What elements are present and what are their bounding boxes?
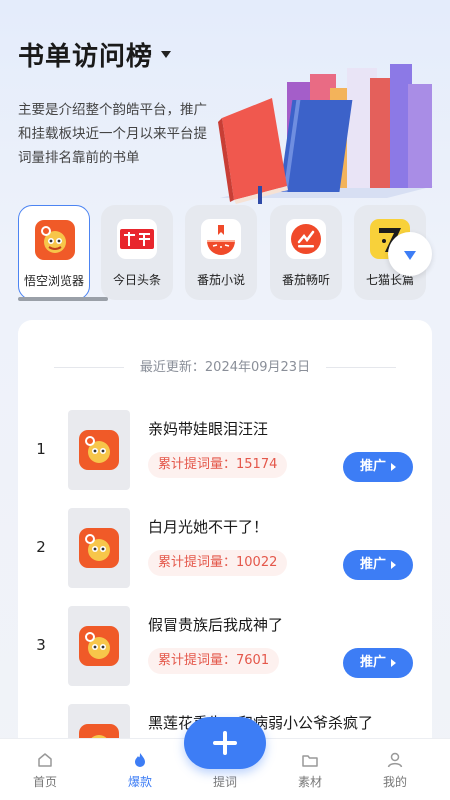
play-icon [391, 658, 396, 667]
book-title: 亲妈带娃眼泪汪汪 [148, 420, 269, 438]
expand-apps-button[interactable] [388, 232, 432, 276]
nav-home[interactable]: 首页 [0, 739, 90, 800]
promote-label: 推广 [359, 655, 386, 670]
nav-label: 提词 [212, 775, 237, 789]
nav-label: 首页 [32, 775, 57, 789]
nav-mine[interactable]: 我的 [350, 739, 440, 800]
wukong-browser-icon [79, 528, 119, 568]
nav-label: 素材 [297, 775, 322, 789]
wukong-browser-icon [79, 626, 119, 666]
book-title: 假冒贵族后我成神了 [148, 616, 284, 634]
app-tab-fanqie-novel[interactable]: 番茄小说 [185, 205, 257, 300]
home-icon [38, 753, 52, 767]
rank-number: 1 [36, 440, 46, 458]
book-cover [68, 508, 130, 588]
app-tab-toutiao[interactable]: 今日头条 [101, 205, 173, 300]
promote-label: 推广 [359, 557, 386, 572]
app-tab-fanqie-listen[interactable]: 番茄畅听 [270, 205, 342, 300]
divider [326, 367, 396, 368]
promote-button[interactable]: 推广 [343, 648, 413, 678]
book-cover [68, 410, 130, 490]
folder-icon [302, 755, 318, 767]
play-icon [391, 462, 396, 471]
app-tab-label: 今日头条 [112, 273, 161, 287]
add-prompt-button[interactable] [184, 717, 266, 769]
page-description: 主要是介绍整个韵皓平台，推广和挂载板块近一个月以来平台提词量排名靠前的书单 [18, 102, 207, 166]
app-tabs: 悟空浏览器 今日头条 番茄小说 番茄畅听 七猫长篇 [0, 205, 450, 305]
title-dropdown[interactable]: 书单访问榜 [18, 36, 172, 73]
promote-label: 推广 [359, 459, 386, 474]
fanqie-novel-icon [201, 219, 241, 259]
caret-down-icon [404, 251, 416, 260]
rank-number: 2 [36, 538, 46, 556]
promote-button[interactable]: 推广 [343, 452, 413, 482]
caret-down-icon [161, 51, 172, 58]
nav-label: 爆款 [127, 775, 152, 789]
wukong-browser-icon [35, 220, 75, 260]
fanqie-listen-icon [286, 219, 326, 259]
list-item[interactable]: 2 白月光她不干了！ 累计提词量：10022 推广 [18, 508, 432, 592]
list-item[interactable]: 3 假冒贵族后我成神了 累计提词量：7601 推广 [18, 606, 432, 690]
cumulative-count: 累计提词量：7601 [148, 648, 280, 674]
last-updated-text: 最近更新：2024年09月23日 [139, 360, 311, 375]
cumulative-count: 累计提词量：15174 [148, 452, 288, 478]
nav-label: 我的 [382, 775, 407, 789]
cumulative-count: 累计提词量：10022 [148, 550, 288, 576]
toutiao-icon [117, 219, 157, 259]
app-tab-wukong[interactable]: 悟空浏览器 [18, 205, 90, 300]
wukong-browser-icon [79, 430, 119, 470]
tabs-scroll-indicator [18, 297, 108, 301]
page-title: 书单访问榜 [18, 42, 154, 72]
nav-hot[interactable]: 爆款 [95, 739, 185, 800]
books-illustration [218, 64, 434, 204]
list-item[interactable]: 1 亲妈带娃眼泪汪汪 累计提词量：15174 推广 [18, 410, 432, 494]
header: 书单访问榜 主要是介绍整个韵皓平台，推广和挂载板块近一个月以来平台提词量排名靠前… [0, 0, 450, 204]
book-cover [68, 606, 130, 686]
app-tab-label: 番茄畅听 [281, 273, 330, 287]
app-tab-label: 番茄小说 [196, 273, 245, 287]
rank-number: 3 [36, 636, 46, 654]
book-title: 白月光她不干了！ [148, 518, 269, 536]
flame-icon [135, 753, 145, 767]
app-tab-label: 悟空浏览器 [23, 274, 84, 288]
user-icon [387, 752, 403, 768]
promote-button[interactable]: 推广 [343, 550, 413, 580]
nav-material[interactable]: 素材 [265, 739, 355, 800]
play-icon [391, 560, 396, 569]
update-info: 最近更新：2024年09月23日 [18, 356, 432, 376]
